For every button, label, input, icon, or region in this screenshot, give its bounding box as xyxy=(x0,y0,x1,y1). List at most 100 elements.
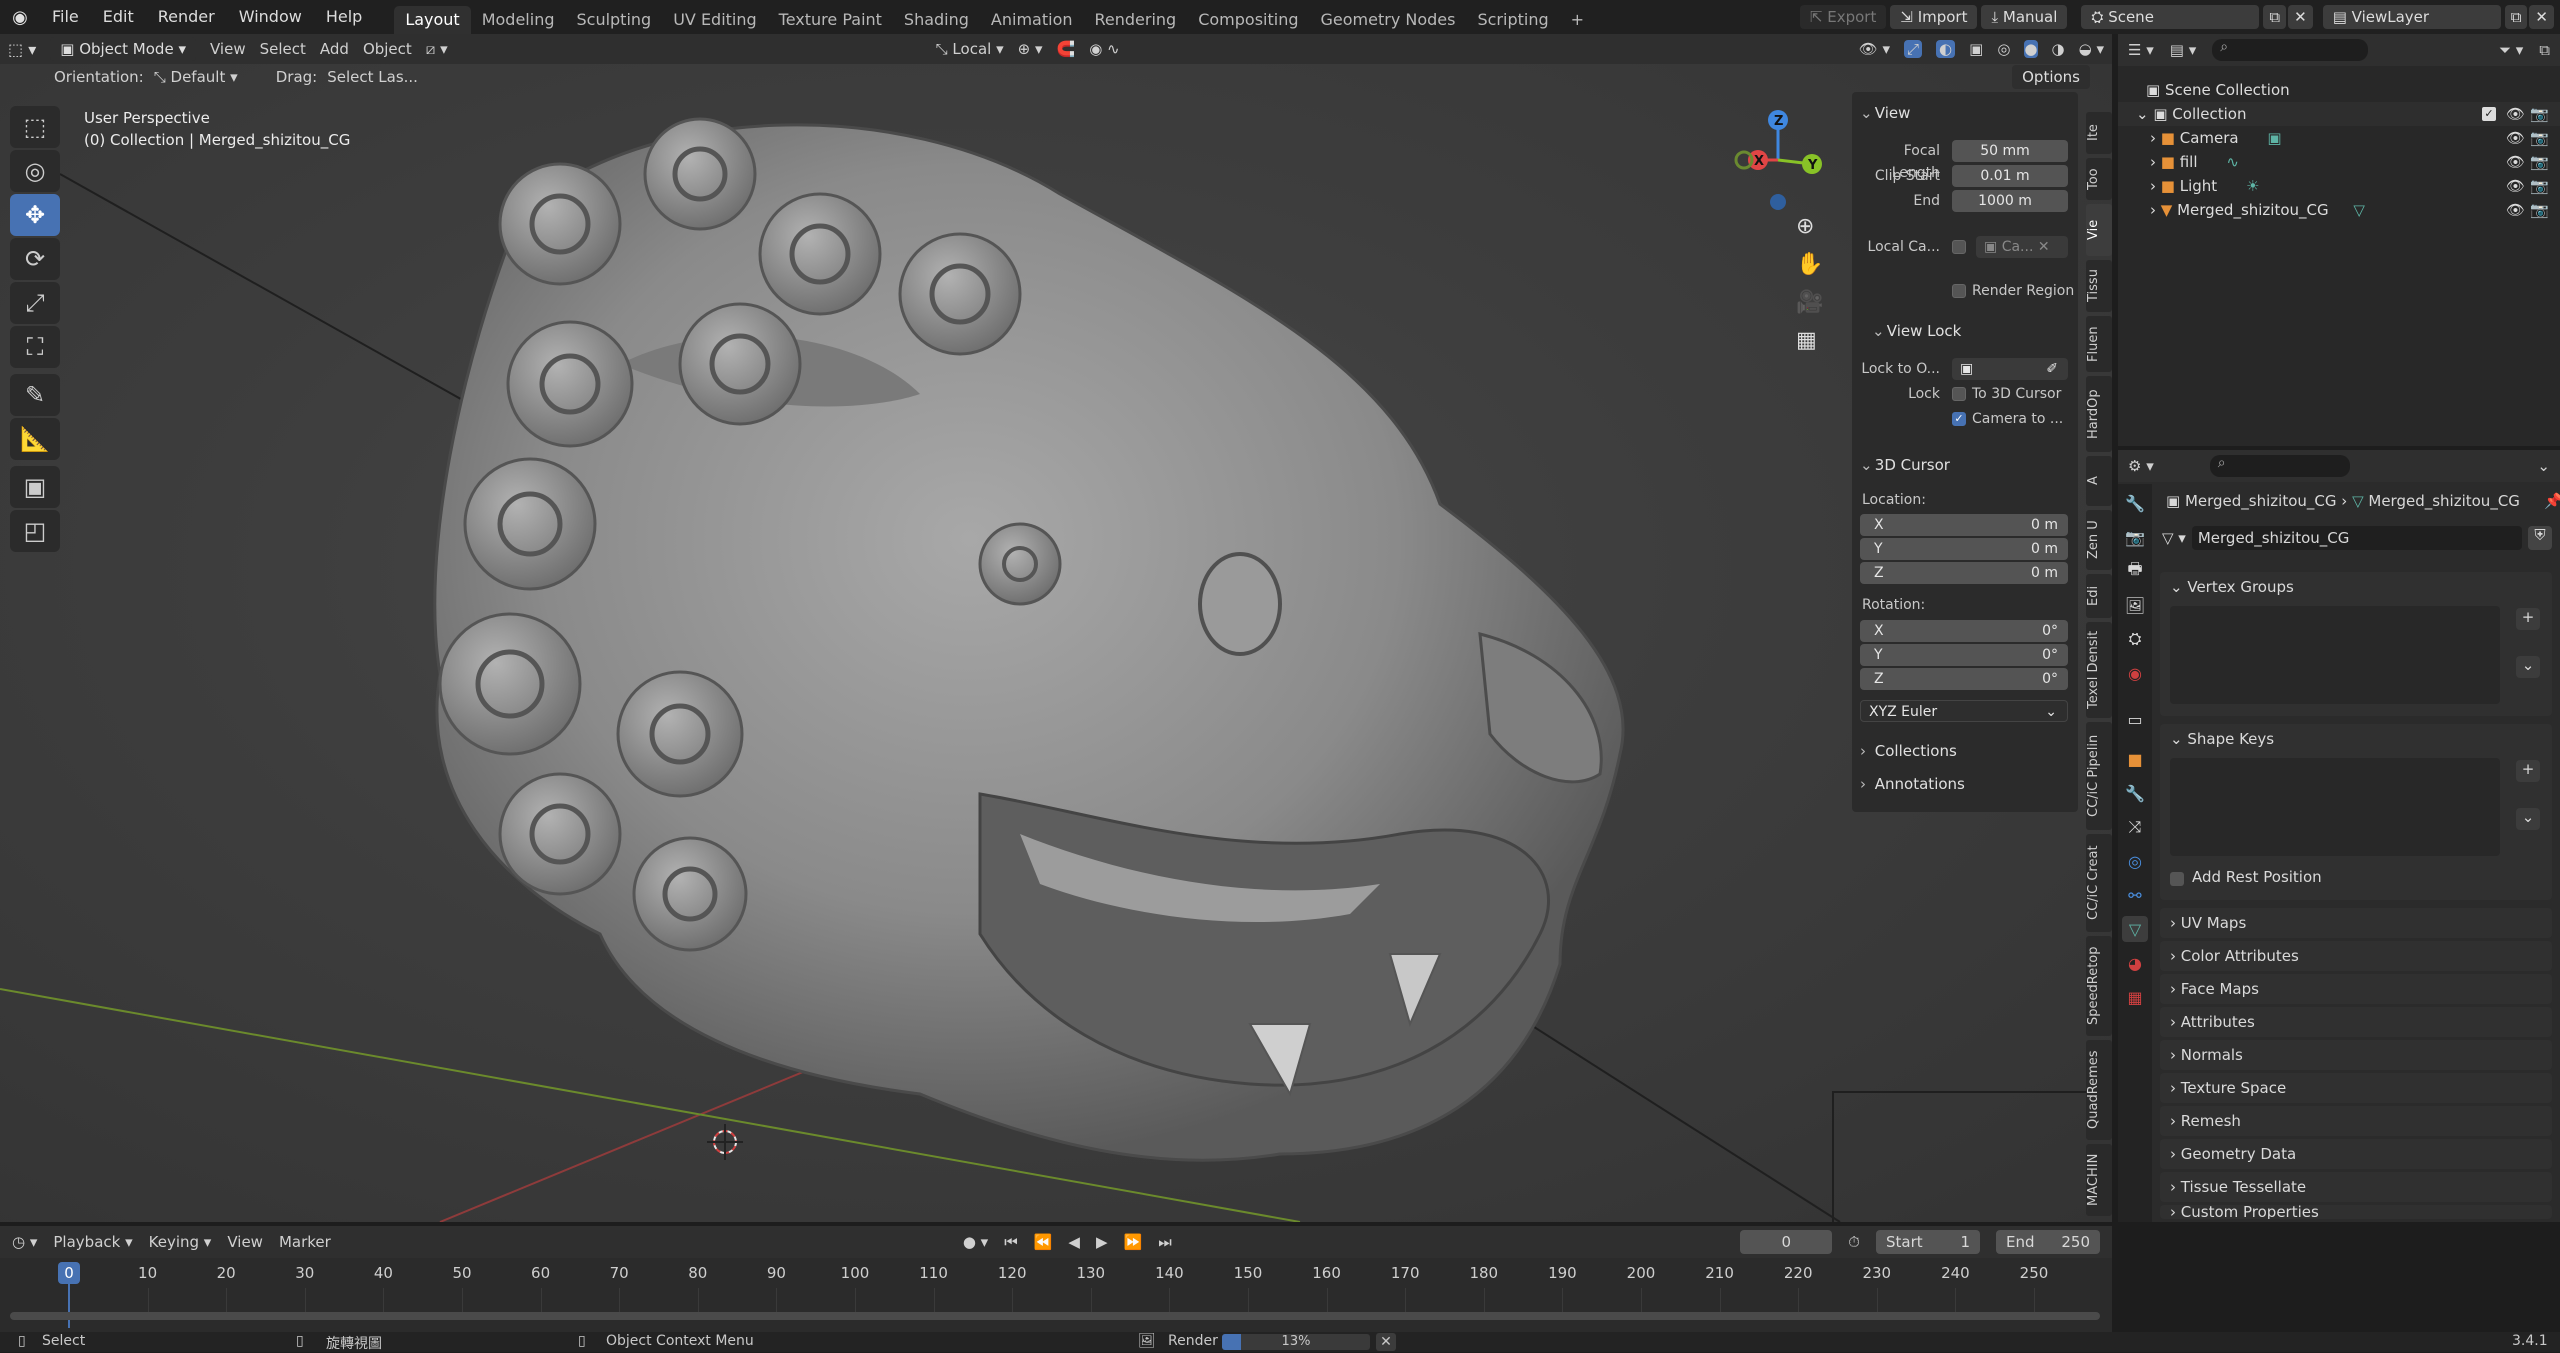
cursor-location-y[interactable]: Y0 m xyxy=(1860,538,2068,560)
render-camera-icon[interactable]: 📷 xyxy=(2530,150,2549,174)
physics-tab-icon[interactable]: ◎ xyxy=(2122,848,2148,874)
tab-scripting[interactable]: Scripting xyxy=(1466,6,1559,34)
clip-end-field[interactable]: 1000 m xyxy=(1952,190,2068,212)
add-workspace-button[interactable]: + xyxy=(1560,6,1595,34)
play-reverse-icon[interactable]: ◀ xyxy=(1068,1233,1080,1251)
object-tab-icon[interactable]: ■ xyxy=(2122,746,2148,772)
stopwatch-icon[interactable]: ⏱ xyxy=(1848,1233,1860,1251)
menu-edit[interactable]: Edit xyxy=(91,0,146,34)
play-icon[interactable]: ▶ xyxy=(1096,1233,1108,1251)
cursor-tool-icon[interactable]: ◎ xyxy=(10,150,60,192)
specials-menu-button[interactable]: ⌄ xyxy=(2516,808,2540,830)
render-camera-icon[interactable]: 📷 xyxy=(2530,102,2549,126)
menu-render[interactable]: Render xyxy=(146,0,227,34)
mesh-datablock-selector[interactable]: ▽ ▾ Merged_shizitou_CG ⛨ xyxy=(2162,526,2552,550)
cancel-render-button[interactable]: ✕ xyxy=(1376,1333,1396,1351)
ortho-grid-icon[interactable]: ▦ xyxy=(1796,328,1817,353)
sidebar-tab-edit[interactable]: Edi xyxy=(2086,574,2112,618)
expand-arrow-icon[interactable]: › xyxy=(2150,201,2161,219)
render-camera-icon[interactable]: 📷 xyxy=(2530,174,2549,198)
visibility-eye-icon[interactable]: 👁 xyxy=(2506,198,2525,222)
rotation-mode-dropdown[interactable]: XYZ Euler ⌄ xyxy=(1860,700,2068,722)
local-camera-checkbox[interactable] xyxy=(1952,240,1966,254)
outliner-row-light[interactable]: › ■ Light ☀ 👁 📷 xyxy=(2118,174,2560,198)
sidebar-tab-quadremesh[interactable]: QuadRemes xyxy=(2086,1040,2112,1140)
attributes-panel[interactable]: › Attributes xyxy=(2160,1007,2552,1037)
modifier-tab-icon[interactable]: 🔧 xyxy=(2122,780,2148,806)
new-viewlayer-button[interactable]: ⧉ xyxy=(2504,5,2528,29)
vertex-groups-header[interactable]: ⌄ Vertex Groups xyxy=(2160,572,2552,602)
new-collection-icon[interactable]: ⧉ xyxy=(2539,41,2550,59)
expand-arrow-icon[interactable]: › xyxy=(2150,129,2161,147)
sidebar-tab-tissue[interactable]: Tissu xyxy=(2086,260,2112,312)
record-button-icon[interactable]: ● ▾ xyxy=(963,1233,988,1251)
vertex-groups-list[interactable] xyxy=(2170,606,2500,704)
view-layer-tab-icon[interactable]: 🖼 xyxy=(2122,592,2148,618)
world-tab-icon[interactable]: ◉ xyxy=(2122,660,2148,686)
expand-arrow-icon[interactable]: ⌄ xyxy=(2136,105,2153,123)
end-frame-field[interactable]: End 250 xyxy=(1996,1230,2100,1254)
sidebar-tab-cc-pipeline[interactable]: CC/iC Pipelin xyxy=(2086,722,2112,830)
viewlayer-selector[interactable]: ▤ ViewLayer xyxy=(2322,5,2501,29)
to-3d-cursor-checkbox[interactable] xyxy=(1952,387,1966,401)
outliner-row-merged-shizitou[interactable]: › ▼ Merged_shizitou_CG ▽ 👁 📷 xyxy=(2118,198,2560,222)
menu-marker[interactable]: Marker xyxy=(279,1233,331,1251)
geometry-data-panel[interactable]: › Geometry Data xyxy=(2160,1139,2552,1169)
add-vertex-group-button[interactable]: + xyxy=(2516,608,2540,630)
export-button[interactable]: ⇱ Export xyxy=(1799,5,1887,29)
blender-logo-icon[interactable]: ◉ xyxy=(0,7,40,28)
material-tab-icon[interactable]: ◕ xyxy=(2122,950,2148,976)
render-camera-icon[interactable]: 📷 xyxy=(2530,126,2549,150)
add-shape-key-button[interactable]: + xyxy=(2516,760,2540,782)
extra-tool-icon[interactable]: ◰ xyxy=(10,510,60,552)
cursor-location-x[interactable]: X0 m xyxy=(1860,514,2068,536)
tab-shading[interactable]: Shading xyxy=(893,6,980,34)
editor-type-icon[interactable]: ☰ ▾ xyxy=(2128,41,2154,59)
render-camera-icon[interactable]: 📷 xyxy=(2530,198,2549,222)
camera-view-icon[interactable]: 🎥 xyxy=(1796,290,1823,315)
import-button[interactable]: ⇲ Import xyxy=(1890,5,1978,29)
select-tool-icon[interactable]: ⬚ xyxy=(10,106,60,148)
scene-tab-icon[interactable]: ⛭ xyxy=(2122,626,2148,652)
outliner-search-input[interactable]: ⌕ xyxy=(2212,39,2369,61)
display-mode-icon[interactable]: ▤ ▾ xyxy=(2170,41,2196,59)
shape-keys-list[interactable] xyxy=(2170,758,2500,856)
annotations-panel-header[interactable]: › Annotations xyxy=(1860,773,1965,795)
sidebar-tab-view[interactable]: Vie xyxy=(2086,204,2112,256)
sidebar-tab-texel-density[interactable]: Texel Densit xyxy=(2086,622,2112,718)
timeline-scrollbar[interactable] xyxy=(10,1312,2100,1320)
tab-modeling[interactable]: Modeling xyxy=(471,6,566,34)
menu-window[interactable]: Window xyxy=(227,0,314,34)
local-camera-field[interactable]: ▣ Ca... ✕ xyxy=(1976,236,2068,258)
tab-rendering[interactable]: Rendering xyxy=(1084,6,1188,34)
collections-panel-header[interactable]: › Collections xyxy=(1860,740,1957,762)
menu-keying[interactable]: Keying ▾ xyxy=(149,1233,212,1251)
texture-tab-icon[interactable]: ▦ xyxy=(2122,984,2148,1010)
scale-tool-icon[interactable]: ⤢ xyxy=(10,282,60,324)
texture-space-panel[interactable]: › Texture Space xyxy=(2160,1073,2552,1103)
visibility-eye-icon[interactable]: 👁 xyxy=(2506,150,2525,174)
transform-tool-icon[interactable]: ⛶ xyxy=(10,326,60,368)
sidebar-tab-fluent[interactable]: Fluen xyxy=(2086,316,2112,372)
next-keyframe-icon[interactable]: ⏩ xyxy=(1124,1233,1143,1251)
cursor-rotation-y[interactable]: Y 0° xyxy=(1860,644,2068,666)
fake-user-shield-icon[interactable]: ⛨ xyxy=(2528,526,2552,550)
menu-playback[interactable]: Playback ▾ xyxy=(53,1233,132,1251)
menu-view[interactable]: View xyxy=(227,1233,263,1251)
jump-start-icon[interactable]: ⏮ xyxy=(1004,1233,1018,1251)
manual-button[interactable]: ⤓ Manual xyxy=(1981,5,2068,29)
shape-keys-header[interactable]: ⌄ Shape Keys xyxy=(2160,724,2552,754)
view-lock-header[interactable]: ⌄ View Lock xyxy=(1872,320,1961,342)
sidebar-tab-zen-uv[interactable]: Zen U xyxy=(2086,510,2112,570)
rotate-tool-icon[interactable]: ⟳ xyxy=(10,238,60,280)
menu-help[interactable]: Help xyxy=(314,0,374,34)
new-scene-button[interactable]: ⧉ xyxy=(2263,5,2287,29)
particles-tab-icon[interactable]: ⤨ xyxy=(2122,814,2148,840)
render-region-checkbox[interactable] xyxy=(1952,284,1966,298)
lion-head-model[interactable] xyxy=(433,117,1625,1162)
specials-menu-button[interactable]: ⌄ xyxy=(2516,656,2540,678)
mesh-data-tab-icon[interactable]: ▽ xyxy=(2122,916,2148,942)
3d-viewport[interactable]: ⬚ ▾ ▣ Object Mode ▾ View Select Add Obje… xyxy=(0,34,2112,1222)
tab-layout[interactable]: Layout xyxy=(394,6,471,34)
constraints-tab-icon[interactable]: ⚯ xyxy=(2122,882,2148,908)
